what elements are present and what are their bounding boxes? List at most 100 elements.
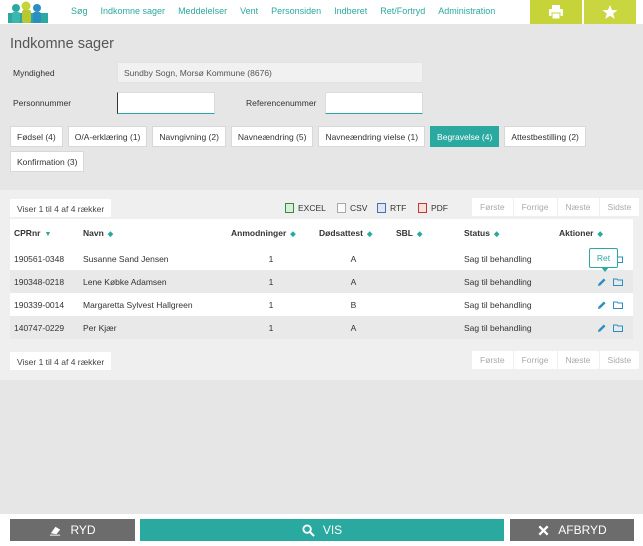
table-row[interactable]: 190339-0014 Margaretta Sylvest Hallgreen… <box>10 293 633 316</box>
tab-navneaendring-vielse[interactable]: Navneændring vielse (1) <box>318 126 426 147</box>
csv-icon <box>337 203 346 213</box>
excel-icon <box>285 203 294 213</box>
tab-attestbestilling[interactable]: Attestbestilling (2) <box>504 126 586 147</box>
tab-oa-erklaering[interactable]: O/A-erklæring (1) <box>67 126 148 147</box>
sort-icon: ◆ <box>597 231 603 238</box>
cell-cpr: 190348-0218 <box>10 270 79 293</box>
pencil-icon[interactable] <box>597 277 607 287</box>
page-title: Indkomne sager <box>10 36 114 52</box>
folder-icon[interactable] <box>613 300 623 310</box>
export-excel[interactable]: EXCEL <box>285 203 326 213</box>
myndighed-label: Myndighed <box>13 68 55 78</box>
pager-first[interactable]: Første <box>472 198 513 216</box>
folder-icon[interactable] <box>613 323 623 333</box>
nav-link-indberet[interactable]: Indberet <box>334 6 367 16</box>
cell-anmodninger: 1 <box>227 293 315 316</box>
cell-sbl <box>392 247 460 270</box>
cell-sbl <box>392 270 460 293</box>
pager-bottom: Første Forrige Næste Sidste <box>472 351 640 369</box>
close-icon <box>538 525 549 535</box>
cancel-button[interactable]: AFBRYD <box>510 519 634 541</box>
pager-previous[interactable]: Forrige <box>513 198 557 216</box>
favorite-button[interactable] <box>584 0 636 24</box>
tab-konfirmation[interactable]: Konfirmation (3) <box>10 151 85 172</box>
pager-last[interactable]: Sidste <box>599 198 640 216</box>
pencil-icon[interactable] <box>597 323 607 333</box>
show-button[interactable]: VIS <box>140 519 504 541</box>
cell-navn: Lene Købke Adamsen <box>79 270 227 293</box>
column-header-cprnr[interactable]: CPRnr ▼ <box>10 219 79 247</box>
top-navigation: Søg Indkomne sager Meddelelser Vent Pers… <box>0 0 643 24</box>
sort-icon: ◆ <box>366 231 373 238</box>
nav-link-administration[interactable]: Administration <box>438 6 495 16</box>
cell-anmodninger: 1 <box>227 247 315 270</box>
column-header-dodsattest[interactable]: Dødsattest ◆ <box>315 219 392 247</box>
sort-icon: ◆ <box>493 231 500 238</box>
cell-actions <box>555 270 633 293</box>
pencil-icon[interactable] <box>597 300 607 310</box>
sort-icon: ◆ <box>290 231 296 238</box>
cell-cpr: 190339-0014 <box>10 293 79 316</box>
sort-desc-icon: ▼ <box>44 231 52 238</box>
pager-previous[interactable]: Forrige <box>513 351 557 369</box>
referencenummer-label: Referencenummer <box>246 98 317 108</box>
export-csv-label: CSV <box>350 203 368 213</box>
case-type-tabs: Fødsel (4) O/A-erklæring (1) Navngivning… <box>10 126 600 172</box>
column-header-status[interactable]: Status ◆ <box>460 219 555 247</box>
export-rtf[interactable]: RTF <box>377 203 406 213</box>
pager-next[interactable]: Næste <box>557 351 599 369</box>
nav-link-ret-fortryd[interactable]: Ret/Fortryd <box>380 6 425 16</box>
nav-link-meddelelser[interactable]: Meddelelser <box>178 6 227 16</box>
table-row[interactable]: 140747-0229 Per Kjær 1 A Sag til behandl… <box>10 316 633 339</box>
clear-button-label: RYD <box>70 523 96 537</box>
print-button[interactable] <box>530 0 582 24</box>
edit-tooltip: Ret <box>589 248 618 272</box>
cell-dodsattest: A <box>315 247 392 270</box>
clear-button[interactable]: RYD <box>10 519 135 541</box>
export-pdf[interactable]: PDF <box>418 203 448 213</box>
printer-icon <box>549 5 563 20</box>
personnummer-label: Personnummer <box>13 98 72 108</box>
cell-anmodninger: 1 <box>227 316 315 339</box>
bottom-action-bar: RYD VIS AFBRYD <box>0 514 643 546</box>
nav-link-sog[interactable]: Søg <box>71 6 88 16</box>
tab-navneaendring[interactable]: Navneændring (5) <box>230 126 314 147</box>
tab-navngivning[interactable]: Navngivning (2) <box>152 126 226 147</box>
cell-status: Sag til behandling <box>460 316 555 339</box>
star-icon <box>602 5 618 19</box>
column-header-navn[interactable]: Navn ◆ <box>79 219 227 247</box>
nav-link-indkomne-sager[interactable]: Indkomne sager <box>101 6 166 16</box>
cases-table: CPRnr ▼ Navn ◆ Anmodninger ◆ Dødsattest ◆ SB… <box>10 219 633 339</box>
cell-actions <box>555 316 633 339</box>
rows-info-top: Viser 1 til 4 af 4 rækker <box>10 199 112 217</box>
column-header-aktioner[interactable]: Aktioner ◆ <box>555 219 633 247</box>
nav-link-vent[interactable]: Vent <box>240 6 258 16</box>
cell-status: Sag til behandling <box>460 270 555 293</box>
cell-dodsattest: A <box>315 316 392 339</box>
pdf-icon <box>418 203 427 213</box>
export-csv[interactable]: CSV <box>337 203 367 213</box>
search-icon <box>302 523 315 537</box>
folder-icon[interactable] <box>613 277 623 287</box>
export-pdf-label: PDF <box>431 203 448 213</box>
cell-actions <box>555 293 633 316</box>
cell-navn: Per Kjær <box>79 316 227 339</box>
pager-last[interactable]: Sidste <box>599 351 640 369</box>
show-button-label: VIS <box>322 523 343 537</box>
nav-link-personsiden[interactable]: Personsiden <box>271 6 321 16</box>
column-header-anmodninger[interactable]: Anmodninger ◆ <box>227 219 315 247</box>
tab-begravelse[interactable]: Begravelse (4) <box>430 126 500 147</box>
personnummer-input[interactable] <box>117 92 215 114</box>
table-row[interactable]: 190561-0348 Susanne Sand Jensen 1 A Sag … <box>10 247 633 270</box>
pager-next[interactable]: Næste <box>557 198 599 216</box>
nav-links: Søg Indkomne sager Meddelelser Vent Pers… <box>71 6 495 16</box>
rtf-icon <box>377 203 386 213</box>
table-row[interactable]: 190348-0218 Lene Købke Adamsen 1 A Sag t… <box>10 270 633 293</box>
column-header-sbl[interactable]: SBL ◆ <box>392 219 460 247</box>
tab-fodsel[interactable]: Fødsel (4) <box>10 126 63 147</box>
cell-dodsattest: A <box>315 270 392 293</box>
app-logo[interactable] <box>8 1 48 23</box>
pager-first[interactable]: Første <box>472 351 513 369</box>
referencenummer-input[interactable] <box>325 92 423 114</box>
cell-navn: Susanne Sand Jensen <box>79 247 227 270</box>
